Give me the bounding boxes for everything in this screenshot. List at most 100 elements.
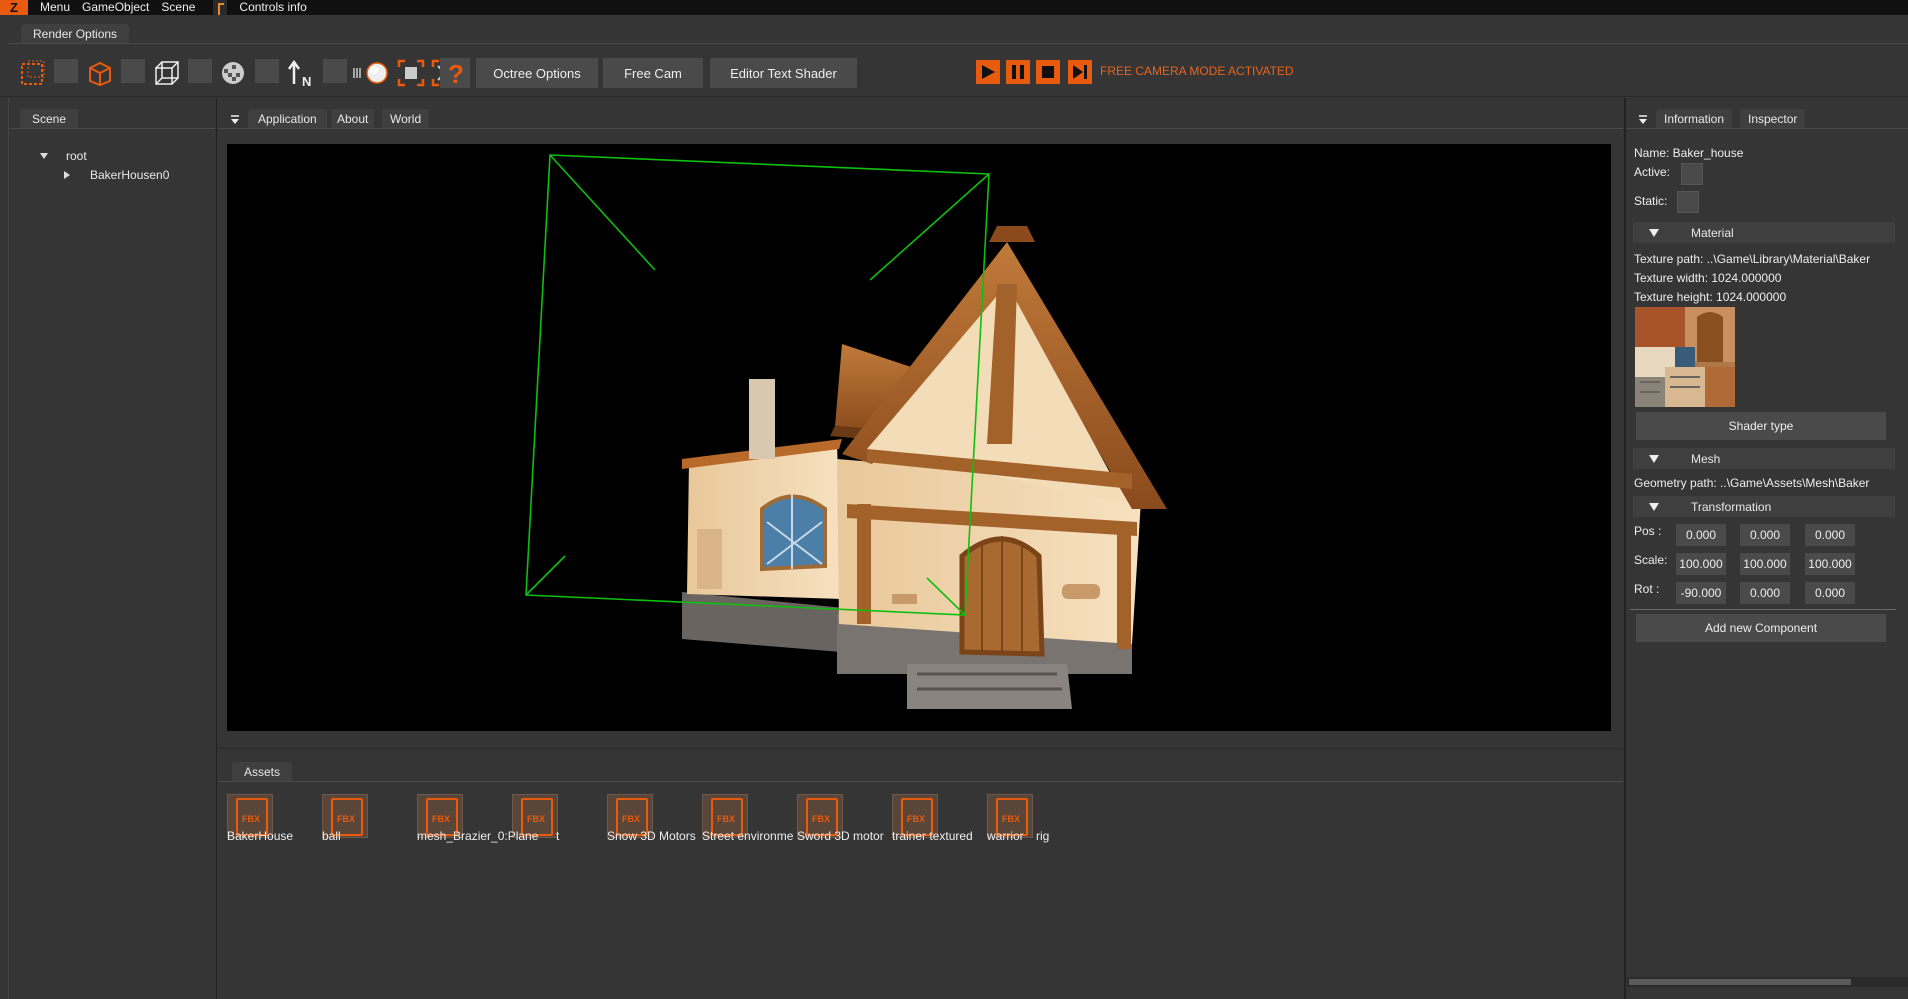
asset-label: Sword 3D motor: [797, 829, 884, 843]
active-checkbox[interactable]: [1681, 163, 1703, 185]
svg-text:N: N: [302, 74, 311, 88]
scale-z-field[interactable]: 100.000: [1805, 553, 1855, 575]
question-mark-icon[interactable]: ?: [440, 58, 470, 88]
texture-path: Texture path: ..\Game\Library\Material\B…: [1634, 252, 1871, 266]
octree-options-button[interactable]: Octree Options: [476, 58, 598, 88]
scale-label: Scale:: [1634, 553, 1668, 567]
expand-arrow-icon[interactable]: [40, 152, 48, 159]
tab-assets[interactable]: Assets: [232, 762, 293, 781]
pos-x-field[interactable]: 0.000: [1676, 524, 1726, 546]
horizontal-scrollbar[interactable]: [1627, 977, 1908, 987]
divider: [0, 96, 1908, 97]
expand-arrow-icon: [1649, 229, 1659, 237]
collapse-arrow-icon[interactable]: [64, 170, 70, 179]
scene-panel-border: [8, 98, 9, 999]
wireframe-cube-icon[interactable]: [152, 58, 182, 88]
center-menu-arrow-icon[interactable]: [230, 113, 240, 124]
transformation-section-header[interactable]: Transformation: [1633, 496, 1895, 517]
solid-cube-checkbox[interactable]: [121, 59, 145, 83]
add-component-button[interactable]: Add new Component: [1636, 614, 1886, 642]
active-label: Active:: [1634, 165, 1671, 179]
tree-node-label: root: [66, 148, 87, 163]
expand-arrow-icon: [1649, 455, 1659, 463]
pos-y-field[interactable]: 0.000: [1740, 524, 1790, 546]
scale-x-field[interactable]: 100.000: [1676, 553, 1726, 575]
scale-y-field[interactable]: 100.000: [1740, 553, 1790, 575]
normals-icon[interactable]: N: [286, 58, 316, 88]
light-sphere-icon[interactable]: [352, 58, 390, 88]
tree-node-label: BakerHousen0: [90, 167, 170, 182]
svg-text:?: ?: [448, 59, 464, 87]
app-logo: Z: [0, 0, 28, 15]
controls-info-icon: [213, 0, 228, 15]
menu-item-menu[interactable]: Menu: [40, 0, 70, 15]
divider: [1630, 609, 1896, 610]
wireframe-checkbox[interactable]: [188, 59, 212, 83]
solid-cube-icon[interactable]: [85, 58, 115, 88]
texture-preview: [1635, 307, 1735, 407]
tab-world[interactable]: World: [382, 109, 430, 128]
camera-status-text: FREE CAMERA MODE ACTIVATED: [1100, 64, 1294, 78]
asset-label: ball: [322, 829, 341, 843]
texture-width: Texture width: 1024.000000: [1634, 271, 1782, 285]
checker-checkbox[interactable]: [255, 59, 279, 83]
mesh-section-header[interactable]: Mesh: [1633, 448, 1895, 469]
scene-panel-edge: [216, 98, 217, 999]
shader-type-button[interactable]: Shader type: [1636, 412, 1886, 440]
menu-item-controls-info[interactable]: Controls info: [239, 0, 306, 15]
scrollbar-thumb[interactable]: [1629, 979, 1851, 985]
tab-application[interactable]: Application: [248, 109, 327, 128]
tree-node-bakerhouse[interactable]: BakerHousen0: [64, 165, 169, 184]
material-section-header[interactable]: Material: [1633, 222, 1895, 243]
baker-house-render: [525, 154, 1167, 709]
scene-viewport[interactable]: [227, 144, 1611, 731]
asset-label: trainer textured: [892, 829, 973, 843]
asset-label: warrior: [987, 829, 1024, 843]
geometry-path: Geometry path: ..\Game\Assets\Mesh\Baker: [1634, 476, 1870, 490]
pos-label: Pos :: [1634, 524, 1662, 538]
asset-label: t: [556, 829, 560, 843]
scene-tree: root BakerHousen0: [40, 146, 169, 184]
divider: [8, 43, 1908, 44]
asset-label: rig: [1036, 829, 1050, 843]
play-button[interactable]: [976, 60, 1000, 84]
static-checkbox[interactable]: [1677, 191, 1699, 213]
frame-selection-icon[interactable]: [396, 58, 426, 88]
menu-bar: Z Menu GameObject Scene Controls info: [0, 0, 1908, 15]
normals-checkbox[interactable]: [323, 59, 347, 83]
pos-z-field[interactable]: 0.000: [1805, 524, 1855, 546]
tab-information[interactable]: Information: [1656, 109, 1733, 128]
divider: [218, 781, 1623, 782]
divider: [218, 128, 1623, 129]
menu-item-scene[interactable]: Scene: [161, 0, 195, 15]
pause-button[interactable]: [1006, 60, 1030, 84]
divider: [10, 128, 215, 129]
menu-item-gameobject[interactable]: GameObject: [82, 0, 149, 15]
texture-height: Texture height: 1024.000000: [1634, 290, 1787, 304]
rot-x-field[interactable]: -90.000: [1676, 582, 1726, 604]
checker-sphere-icon[interactable]: [218, 58, 248, 88]
tab-render-options[interactable]: Render Options: [21, 24, 130, 43]
tab-inspector[interactable]: Inspector: [1740, 109, 1806, 128]
inspector-menu-arrow-icon[interactable]: [1638, 113, 1648, 124]
free-cam-button[interactable]: Free Cam: [603, 58, 703, 88]
step-button[interactable]: [1068, 60, 1092, 84]
stop-button[interactable]: [1036, 60, 1060, 84]
tab-about[interactable]: About: [331, 109, 375, 128]
asset-label: BakerHouse: [227, 829, 294, 843]
asset-label: mesh_Brazier_0:Plane: [417, 829, 539, 843]
rot-y-field[interactable]: 0.000: [1740, 582, 1790, 604]
object-name: Name: Baker_house: [1634, 146, 1744, 160]
expand-arrow-icon: [1649, 503, 1659, 511]
divider: [218, 748, 1623, 749]
bounding-box-toggle-icon[interactable]: [18, 58, 48, 88]
tree-node-root[interactable]: root: [40, 146, 169, 165]
inspector-panel-edge: [1624, 98, 1626, 999]
divider: [1626, 128, 1908, 129]
asset-label: Street environme: [702, 829, 794, 843]
bounding-box-checkbox[interactable]: [54, 59, 78, 83]
rot-label: Rot :: [1634, 582, 1660, 596]
rot-z-field[interactable]: 0.000: [1805, 582, 1855, 604]
editor-text-shader-button[interactable]: Editor Text Shader: [710, 58, 857, 88]
tab-scene[interactable]: Scene: [20, 109, 79, 128]
